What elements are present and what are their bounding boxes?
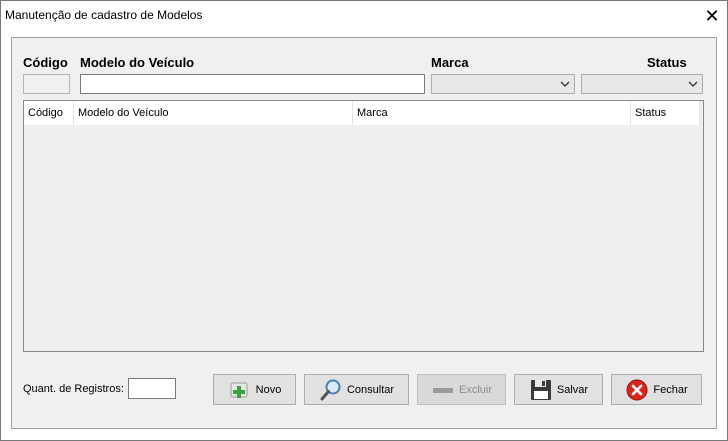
modelo-field[interactable] [80, 74, 425, 94]
models-grid[interactable]: Código Modelo do Veículo Marca Status [23, 100, 704, 352]
fechar-label: Fechar [653, 383, 688, 396]
title-bar: Manutenção de cadastro de Modelos ✕ [1, 1, 727, 31]
plus-icon [228, 378, 252, 402]
fechar-button[interactable]: Fechar [611, 374, 702, 405]
salvar-button[interactable]: Salvar [514, 374, 603, 405]
status-label: Status [647, 55, 687, 70]
excluir-button[interactable]: Excluir [417, 374, 506, 405]
column-header-status[interactable]: Status [631, 101, 700, 125]
consultar-label: Consultar [346, 383, 395, 396]
novo-label: Novo [255, 383, 282, 396]
salvar-label: Salvar [556, 383, 589, 396]
consultar-button[interactable]: Consultar [304, 374, 409, 405]
window-title: Manutenção de cadastro de Modelos [5, 8, 203, 22]
excluir-label: Excluir [458, 383, 492, 396]
magnifier-icon [319, 378, 343, 402]
count-field [128, 378, 176, 399]
codigo-label: Código [23, 55, 68, 70]
column-header-codigo[interactable]: Código [24, 101, 74, 125]
column-header-marca[interactable]: Marca [353, 101, 631, 125]
form-panel: Código Modelo do Veículo Marca Status Có… [11, 37, 717, 429]
status-dropdown[interactable] [581, 74, 703, 94]
grid-header: Código Modelo do Veículo Marca Status [24, 101, 700, 125]
codigo-field[interactable] [23, 74, 70, 94]
window: Manutenção de cadastro de Modelos ✕ Códi… [0, 0, 728, 441]
modelo-label: Modelo do Veículo [80, 55, 195, 70]
floppy-disk-icon [529, 378, 553, 402]
close-circle-icon [625, 378, 649, 402]
novo-button[interactable]: Novo [213, 374, 296, 405]
column-header-modelo[interactable]: Modelo do Veículo [74, 101, 353, 125]
chevron-down-icon [688, 77, 698, 94]
count-label: Quant. de Registros: [23, 383, 124, 395]
close-icon[interactable]: ✕ [697, 1, 727, 31]
marca-dropdown[interactable] [431, 74, 575, 94]
marca-label: Marca [431, 55, 469, 70]
minus-icon [431, 378, 455, 402]
chevron-down-icon [560, 77, 570, 94]
